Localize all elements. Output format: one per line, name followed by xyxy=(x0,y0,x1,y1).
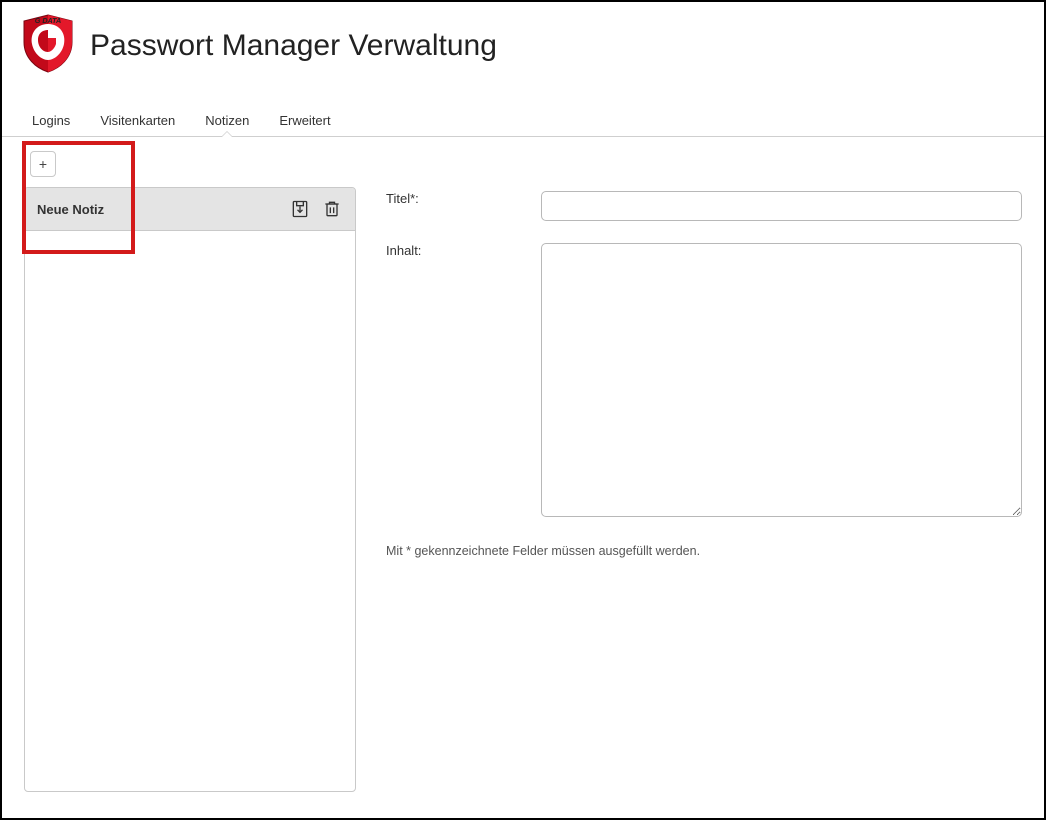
add-note-button[interactable]: + xyxy=(30,151,56,177)
required-hint: Mit * gekennzeichnete Felder müssen ausg… xyxy=(386,544,1022,558)
tab-notizen[interactable]: Notizen xyxy=(203,107,251,136)
content-label: Inhalt: xyxy=(386,243,541,258)
field-content-row: Inhalt: xyxy=(386,243,1022,522)
tab-erweitert[interactable]: Erweitert xyxy=(277,107,332,136)
notes-list-panel: Neue Notiz xyxy=(24,187,356,792)
trash-icon[interactable] xyxy=(321,198,343,220)
title-label: Titel*: xyxy=(386,191,541,206)
field-title-row: Titel*: xyxy=(386,191,1022,221)
content-textarea[interactable] xyxy=(541,243,1022,517)
svg-text:G DATA: G DATA xyxy=(35,16,61,25)
list-item-actions xyxy=(289,198,343,220)
tab-logins[interactable]: Logins xyxy=(30,107,72,136)
tab-bar: Logins Visitenkarten Notizen Erweitert xyxy=(2,107,1044,137)
detail-panel: Titel*: Inhalt: Mit * gekennzeichnete Fe… xyxy=(386,187,1022,792)
brand-logo: G DATA xyxy=(20,12,76,79)
content-area: Neue Notiz Titel*: Inhalt: Mit * g xyxy=(2,187,1044,792)
page-title: Passwort Manager Verwaltung xyxy=(90,29,497,63)
title-input[interactable] xyxy=(541,191,1022,221)
toolbar: + xyxy=(2,137,1044,187)
list-item[interactable]: Neue Notiz xyxy=(25,188,355,231)
list-item-label: Neue Notiz xyxy=(37,202,104,217)
app-header: G DATA Passwort Manager Verwaltung xyxy=(2,2,1044,79)
tab-visitenkarten[interactable]: Visitenkarten xyxy=(98,107,177,136)
save-icon[interactable] xyxy=(289,198,311,220)
